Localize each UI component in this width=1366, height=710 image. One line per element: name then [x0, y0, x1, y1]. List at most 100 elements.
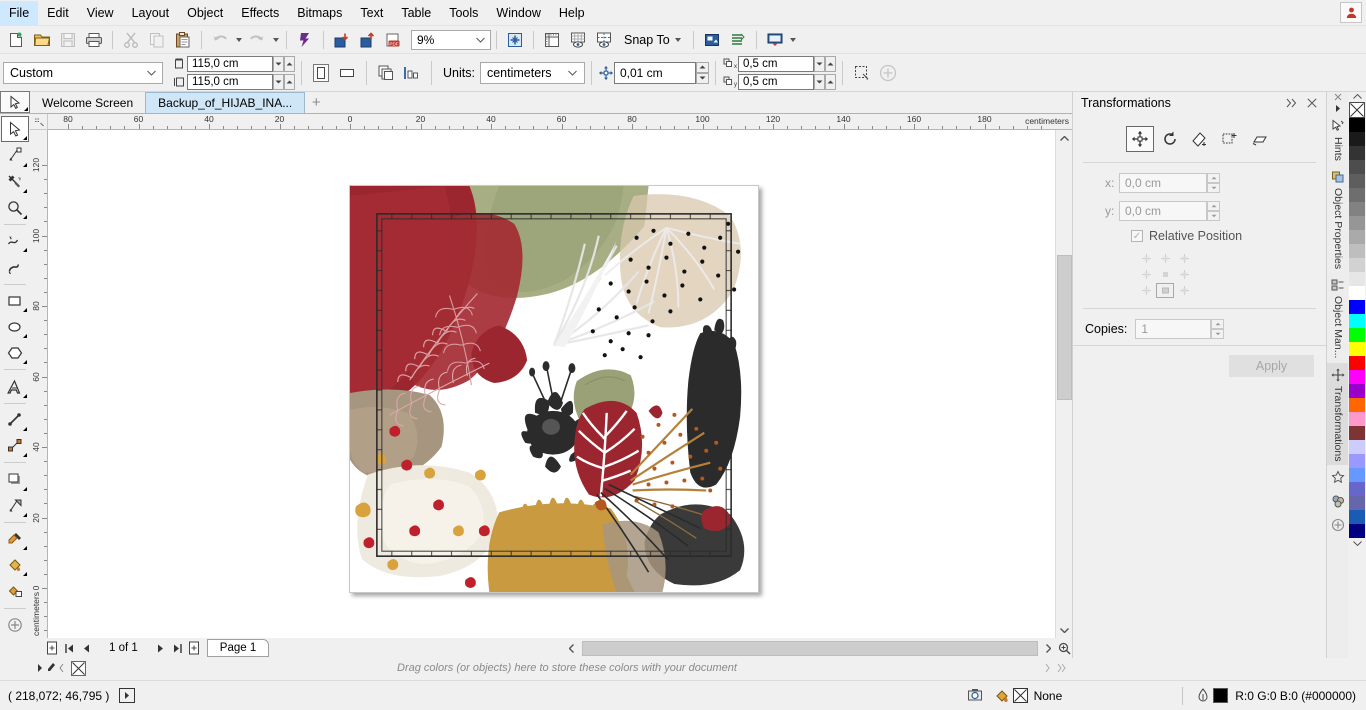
menu-item-text[interactable]: Text — [351, 1, 392, 25]
corel-connect-icon[interactable] — [292, 28, 318, 52]
sidebar-item-object-properties[interactable]: Object Properties — [1327, 165, 1349, 273]
color-swatch[interactable] — [1349, 370, 1365, 384]
expand-status-icon[interactable] — [119, 688, 136, 703]
copy-icon[interactable] — [144, 28, 170, 52]
flyout-arrow-icon[interactable] — [23, 244, 27, 253]
all-pages-button[interactable] — [373, 61, 399, 85]
color-swatch[interactable] — [1349, 412, 1365, 426]
flyout-arrow-icon[interactable] — [23, 509, 27, 517]
flyout-arrow-icon[interactable] — [23, 159, 27, 167]
menu-item-layout[interactable]: Layout — [123, 1, 179, 25]
crop-tool[interactable] — [1, 169, 29, 195]
chevron-up-icon[interactable] — [1207, 201, 1220, 211]
apply-button[interactable]: Apply — [1229, 355, 1314, 377]
parallel-dimension-tool[interactable] — [1, 407, 29, 433]
pick-tool[interactable] — [1, 116, 29, 143]
menu-item-edit[interactable]: Edit — [38, 1, 78, 25]
flyout-arrow-icon[interactable] — [23, 449, 27, 458]
save-document-icon[interactable] — [55, 28, 81, 52]
snap-to-dropdown[interactable]: Snap To — [617, 30, 688, 50]
page-tab-page-1[interactable]: Page 1 — [206, 639, 270, 657]
application-launcher-icon[interactable] — [699, 28, 725, 52]
drawing-canvas[interactable] — [48, 130, 1055, 638]
flyout-arrow-icon[interactable] — [23, 330, 27, 339]
menu-item-file[interactable]: File — [0, 0, 39, 25]
options-icon[interactable] — [502, 28, 528, 52]
sidebar-item-transformations[interactable]: Transformations — [1327, 362, 1349, 465]
outline-pen-icon[interactable] — [1193, 687, 1213, 705]
color-swatch[interactable] — [1349, 342, 1365, 356]
menu-item-object[interactable]: Object — [178, 1, 232, 25]
color-swatch[interactable] — [1349, 244, 1365, 258]
color-swatch[interactable] — [1349, 426, 1365, 440]
sidebar-item-symbol-manager[interactable] — [1327, 465, 1349, 489]
duplicate-x-steppers[interactable] — [813, 55, 836, 72]
redo-dropdown-icon[interactable] — [270, 28, 281, 52]
chevron-up-icon[interactable] — [824, 73, 836, 90]
size-transform-tab[interactable] — [1216, 126, 1244, 152]
color-swatch[interactable] — [1349, 524, 1365, 538]
docker-strip-expand-icon[interactable] — [1327, 92, 1348, 102]
new-document-icon[interactable] — [3, 28, 29, 52]
position-x-input[interactable]: 0,0 cm — [1119, 173, 1207, 193]
color-swatch[interactable] — [1349, 132, 1365, 146]
chevron-up-icon[interactable] — [1211, 319, 1225, 329]
chevron-down-icon[interactable] — [695, 72, 709, 84]
duplicate-offset-y-input[interactable]: 0,5 cm — [737, 73, 814, 90]
color-swatch[interactable] — [1349, 216, 1365, 230]
redo-icon[interactable] — [244, 28, 270, 52]
color-swatch[interactable] — [1349, 496, 1365, 510]
color-eyedropper-tool[interactable] — [1, 526, 29, 552]
color-swatch[interactable] — [1349, 286, 1365, 300]
polygon-tool[interactable] — [1, 340, 29, 366]
palette-scroll-down-icon[interactable] — [1352, 538, 1362, 548]
menu-item-tools[interactable]: Tools — [440, 1, 487, 25]
zoom-level-combo[interactable]: 9% — [411, 29, 491, 50]
new-document-tab-button[interactable]: + — [305, 92, 327, 113]
nudge-distance-input[interactable]: 0,01 cm — [613, 61, 696, 84]
preview-dropdown-icon[interactable] — [788, 28, 799, 52]
text-tool[interactable] — [1, 373, 29, 399]
flyout-arrow-icon[interactable] — [23, 568, 27, 577]
color-palette[interactable] — [1348, 92, 1366, 658]
scroll-up-icon[interactable] — [1056, 130, 1073, 147]
anchor-bottom-center[interactable] — [1156, 283, 1174, 298]
chevron-down-icon[interactable] — [813, 73, 825, 90]
fill-none-swatch[interactable] — [1012, 688, 1028, 703]
smart-fill-tool[interactable] — [1, 578, 29, 604]
ruler-origin-button[interactable] — [30, 114, 48, 130]
position-transform-tab[interactable] — [1125, 126, 1154, 152]
previous-page-button[interactable] — [78, 639, 95, 657]
chevron-up-icon[interactable] — [824, 55, 836, 72]
color-swatch[interactable] — [1349, 482, 1365, 496]
canvas-horizontal-scrollbar[interactable] — [564, 638, 1072, 658]
palette-expand-icon[interactable] — [1057, 663, 1066, 673]
color-swatch[interactable] — [1349, 440, 1365, 454]
page-height-steppers[interactable] — [273, 73, 295, 90]
flyout-arrow-icon[interactable] — [23, 390, 27, 398]
chevrons-right-icon[interactable] — [1284, 95, 1300, 111]
print-icon[interactable] — [81, 28, 107, 52]
straight-line-connector-tool[interactable] — [1, 433, 29, 459]
flyout-arrow-icon[interactable] — [23, 356, 27, 365]
color-swatch[interactable] — [1349, 398, 1365, 412]
color-swatch[interactable] — [1349, 272, 1365, 286]
full-screen-preview-icon[interactable] — [762, 28, 788, 52]
undo-dropdown-icon[interactable] — [233, 28, 244, 52]
sidebar-item-object-manager[interactable]: Object Man... — [1327, 273, 1349, 362]
scale-mirror-transform-tab[interactable] — [1186, 126, 1214, 152]
palette-scroll-left-icon[interactable] — [36, 663, 44, 673]
anchor-middle-left[interactable] — [1137, 267, 1155, 282]
none-color-swatch[interactable] — [1349, 102, 1365, 118]
quick-customize-icon[interactable] — [1, 612, 29, 638]
portrait-orientation-button[interactable] — [308, 61, 334, 85]
color-swatch[interactable] — [1349, 300, 1365, 314]
shape-tool[interactable] — [1, 142, 29, 168]
color-swatch[interactable] — [1349, 118, 1365, 132]
position-y-steppers[interactable] — [1207, 201, 1220, 221]
undo-icon[interactable] — [207, 28, 233, 52]
outline-color-swatch[interactable] — [1213, 688, 1229, 703]
chevron-down-icon[interactable] — [1207, 183, 1220, 193]
menu-item-view[interactable]: View — [78, 1, 123, 25]
add-page-end-button[interactable] — [186, 639, 203, 657]
